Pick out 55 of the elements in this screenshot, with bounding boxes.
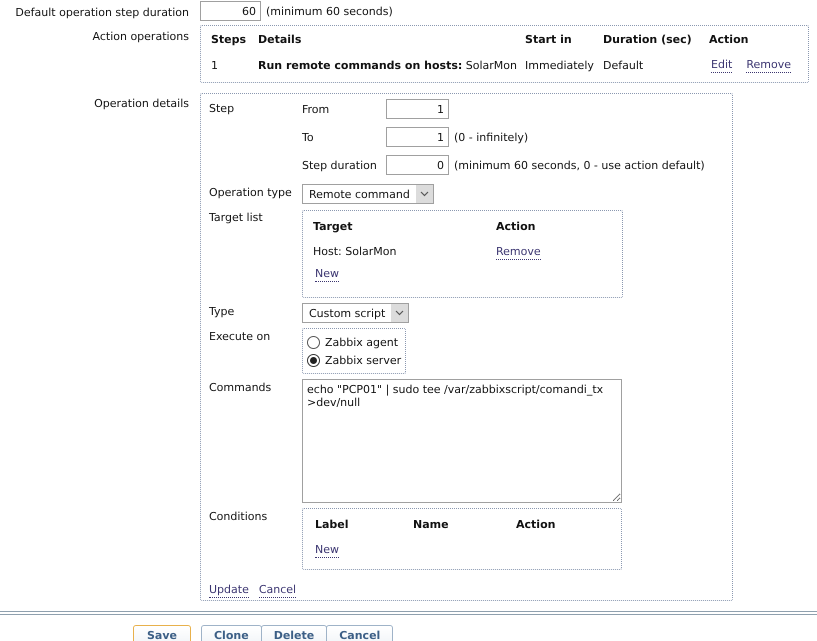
form-button[interactable]: Save <box>133 625 191 641</box>
hint-text: (minimum 60 seconds) <box>266 4 393 18</box>
action-link[interactable]: Edit <box>711 58 732 73</box>
number-field[interactable]: 0 <box>386 155 449 175</box>
field-label: Action operations <box>92 29 189 43</box>
radio-button[interactable] <box>307 354 320 366</box>
new-link[interactable]: New <box>315 267 339 282</box>
table-cell-text: 1 <box>210 58 219 74</box>
field-label: Conditions <box>209 509 268 523</box>
column-header: Duration (sec) <box>602 32 693 48</box>
form-link[interactable]: Cancel <box>258 583 296 598</box>
field-label: Operation type <box>209 185 293 199</box>
form-button[interactable]: Cancel <box>326 625 394 641</box>
column-header: Target <box>312 219 354 235</box>
column-header: Name <box>412 517 450 533</box>
table-cell-text: Immediately <box>524 58 595 74</box>
column-header: Action <box>515 517 556 533</box>
field-label: To <box>302 130 315 144</box>
column-header: Start in <box>524 32 573 48</box>
caret-icon <box>391 304 408 322</box>
form-button[interactable]: Clone <box>200 625 262 641</box>
hint-text: (minimum 60 seconds, 0 - use action default) <box>454 158 705 172</box>
commands-field[interactable]: echo "PCP01" | sudo tee /var/zabbixscript/comandi_tx >dev/null <box>302 379 622 503</box>
form-link[interactable]: Update <box>209 583 249 598</box>
new-link[interactable]: New <box>315 543 339 558</box>
field-label: Step duration <box>302 158 378 172</box>
field-label: Commands <box>209 380 272 394</box>
hint-text: (0 - infinitely) <box>454 130 528 144</box>
field-label: Type <box>209 304 236 318</box>
operation-type-dropdown[interactable]: Remote command <box>302 184 434 204</box>
table-cell-text: Host: SolarMon <box>312 244 398 260</box>
field-label: Operation details <box>93 96 189 110</box>
field-label: Execute on <box>209 329 272 343</box>
radio-button[interactable] <box>307 336 320 348</box>
field-label: Target list <box>209 210 264 224</box>
remove-link[interactable]: Remove <box>496 245 541 260</box>
radio-label: Zabbix server <box>325 354 402 366</box>
action-link[interactable]: Remove <box>746 58 791 73</box>
radio-label: Zabbix agent <box>325 336 398 348</box>
column-header: Label <box>314 517 350 533</box>
type-dropdown[interactable]: Custom script <box>302 303 410 323</box>
field-label: Step <box>209 101 236 115</box>
table-cell-text: Default <box>602 58 644 74</box>
number-field[interactable]: 1 <box>386 99 449 119</box>
step-duration-field[interactable]: 60 <box>200 1 261 21</box>
column-header: Steps <box>210 32 248 48</box>
field-label: Default operation step duration <box>14 5 189 19</box>
caret-icon <box>416 185 433 203</box>
field-label: From <box>302 102 330 116</box>
column-header: Action <box>708 32 750 48</box>
column-header: Action <box>495 219 536 235</box>
form-button[interactable]: Delete <box>260 625 328 641</box>
table-cell-text: Run remote commands on hosts: SolarMon <box>257 58 518 74</box>
column-header: Details <box>257 32 302 48</box>
number-field[interactable]: 1 <box>386 127 449 147</box>
